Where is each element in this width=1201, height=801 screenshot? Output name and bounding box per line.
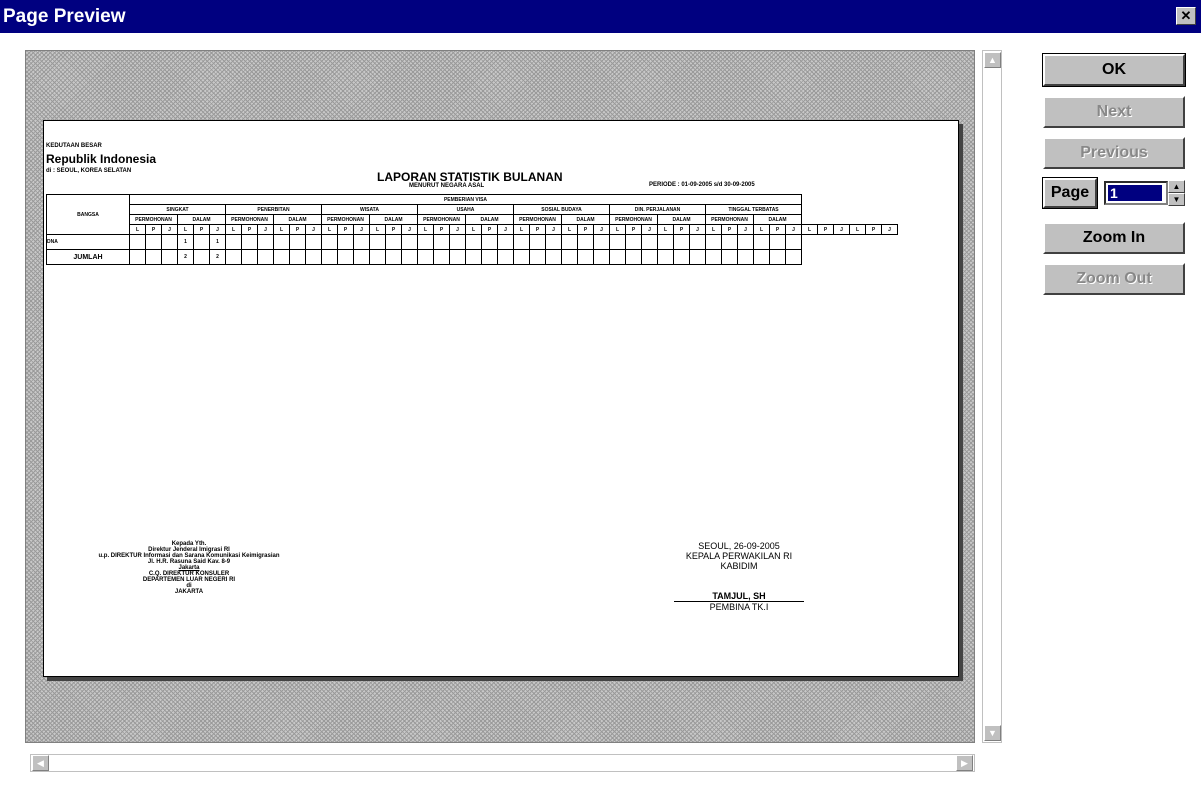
category-header: USAHA <box>417 204 514 215</box>
spin-down-icon[interactable]: ▼ <box>1168 193 1185 206</box>
col-bangsa: BANGSA <box>46 194 130 235</box>
next-button[interactable]: Next <box>1043 96 1185 128</box>
scroll-up-icon[interactable]: ▲ <box>984 52 1001 68</box>
lpj-row: LPJ LPJ LPJ LPJ LPJ LPJ LPJ LPJ LPJ LPJ … <box>47 224 898 235</box>
scroll-down-icon[interactable]: ▼ <box>984 725 1001 741</box>
report-period: PERIODE : 01-09-2005 s/d 30-09-2005 <box>649 182 755 188</box>
vertical-scrollbar[interactable]: ▲ ▼ <box>982 50 1002 743</box>
scroll-left-icon[interactable]: ◀ <box>32 755 49 771</box>
close-icon[interactable]: ✕ <box>1176 7 1196 25</box>
previous-label: Previous <box>1080 144 1148 161</box>
right-signature-block: SEOUL, 26-09-2005 KEPALA PERWAKILAN RI K… <box>674 541 804 612</box>
spin-up-icon[interactable]: ▲ <box>1168 180 1185 193</box>
zoom-out-label: Zoom Out <box>1076 270 1152 287</box>
category-header: WISATA <box>321 204 418 215</box>
zoom-in-label: Zoom In <box>1082 229 1146 246</box>
org-line-3: di : SEOUL, KOREA SELATAN <box>46 168 132 174</box>
ok-button[interactable]: OK <box>1042 53 1186 87</box>
zoom-out-button[interactable]: Zoom Out <box>1043 263 1185 295</box>
client-area: KEDUTAAN BESAR Republik Indonesia di : S… <box>0 33 1201 801</box>
horizontal-scrollbar[interactable]: ◀ ▶ <box>30 754 975 772</box>
preview-page: KEDUTAAN BESAR Republik Indonesia di : S… <box>43 120 959 677</box>
preview-area[interactable]: KEDUTAAN BESAR Republik Indonesia di : S… <box>25 50 975 743</box>
next-label: Next <box>1096 103 1132 120</box>
category-header: PENERBITAN <box>225 204 322 215</box>
category-header: SOSIAL BUDAYA <box>513 204 610 215</box>
previous-button[interactable]: Previous <box>1043 137 1185 169</box>
page-number-input[interactable]: 1 <box>1104 181 1168 205</box>
page-spinner[interactable]: ▲ ▼ <box>1168 180 1185 206</box>
org-line-2: Republik Indonesia <box>46 152 157 166</box>
table-row-total: JUMLAH 22 <box>46 249 898 265</box>
left-signature-block: Kepada Yth. Direktur Jenderal Imigrasi R… <box>98 541 280 595</box>
window-title: Page Preview <box>3 6 126 27</box>
report-title: LAPORAN STATISTIK BULANAN <box>377 170 563 184</box>
ok-label: OK <box>1102 61 1126 78</box>
statistics-table: BANGSA PEMBERIAN VISA SINGKAT PENERBITAN… <box>46 194 898 265</box>
page-number-value: 1 <box>1108 185 1162 201</box>
scroll-right-icon[interactable]: ▶ <box>956 755 973 771</box>
subheader-row: PERMOHONAN DALAM PERMOHONAN DALAM PERMOHON… <box>47 214 898 225</box>
category-header: SINGKAT <box>129 204 226 215</box>
page-label: Page <box>1050 184 1090 201</box>
category-header: DIN. PERJALANAN <box>609 204 706 215</box>
group-header: PEMBERIAN VISA <box>129 194 802 205</box>
zoom-in-button[interactable]: Zoom In <box>1043 222 1185 254</box>
report-subtitle: MENURUT NEGARA ASAL <box>409 183 485 189</box>
org-line-1: KEDUTAAN BESAR <box>46 143 102 149</box>
title-bar: Page Preview ✕ <box>0 0 1201 33</box>
category-header: TINGGAL TERBATAS <box>705 204 802 215</box>
table-row: DNA 11 <box>46 234 898 250</box>
page-button[interactable]: Page <box>1042 177 1098 209</box>
